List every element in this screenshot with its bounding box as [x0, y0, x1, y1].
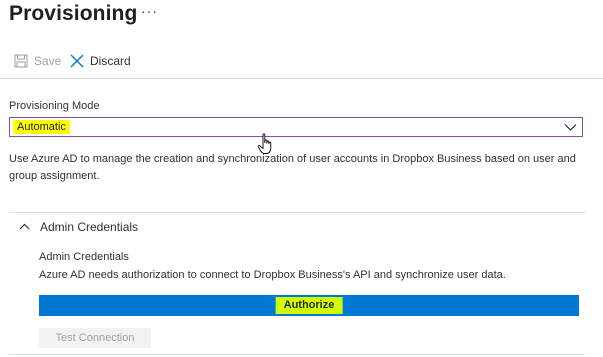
provisioning-mode-value: Automatic: [13, 120, 70, 134]
page-title: Provisioning: [9, 2, 138, 25]
more-options-button[interactable]: ···: [141, 3, 158, 19]
admin-credentials-section-label: Admin Credentials: [40, 220, 139, 234]
discard-x-icon: [70, 54, 84, 68]
admin-credentials-description: Azure AD needs authorization to connect …: [39, 269, 506, 281]
hand-cursor-icon: [257, 133, 272, 154]
save-icon: [14, 54, 28, 68]
discard-button[interactable]: Discard: [70, 54, 131, 68]
save-button[interactable]: Save: [14, 54, 61, 68]
authorize-label: Authorize: [275, 297, 343, 314]
admin-credentials-title: Admin Credentials: [39, 251, 129, 263]
toolbar-divider: [0, 78, 603, 79]
provisioning-mode-description: Use Azure AD to manage the creation and …: [9, 153, 576, 182]
admin-credentials-section-toggle[interactable]: Admin Credentials: [19, 220, 138, 234]
authorize-button[interactable]: Authorize: [39, 295, 579, 316]
section-divider: [9, 212, 585, 213]
discard-label: Discard: [90, 54, 131, 68]
chevron-up-icon: [19, 223, 30, 230]
save-label: Save: [34, 54, 62, 68]
bottom-divider: [9, 354, 585, 355]
chevron-down-icon: [564, 124, 577, 131]
provisioning-mode-label: Provisioning Mode: [9, 100, 100, 112]
test-connection-button[interactable]: Test Connection: [39, 328, 151, 348]
provisioning-mode-select[interactable]: Automatic: [9, 117, 583, 137]
